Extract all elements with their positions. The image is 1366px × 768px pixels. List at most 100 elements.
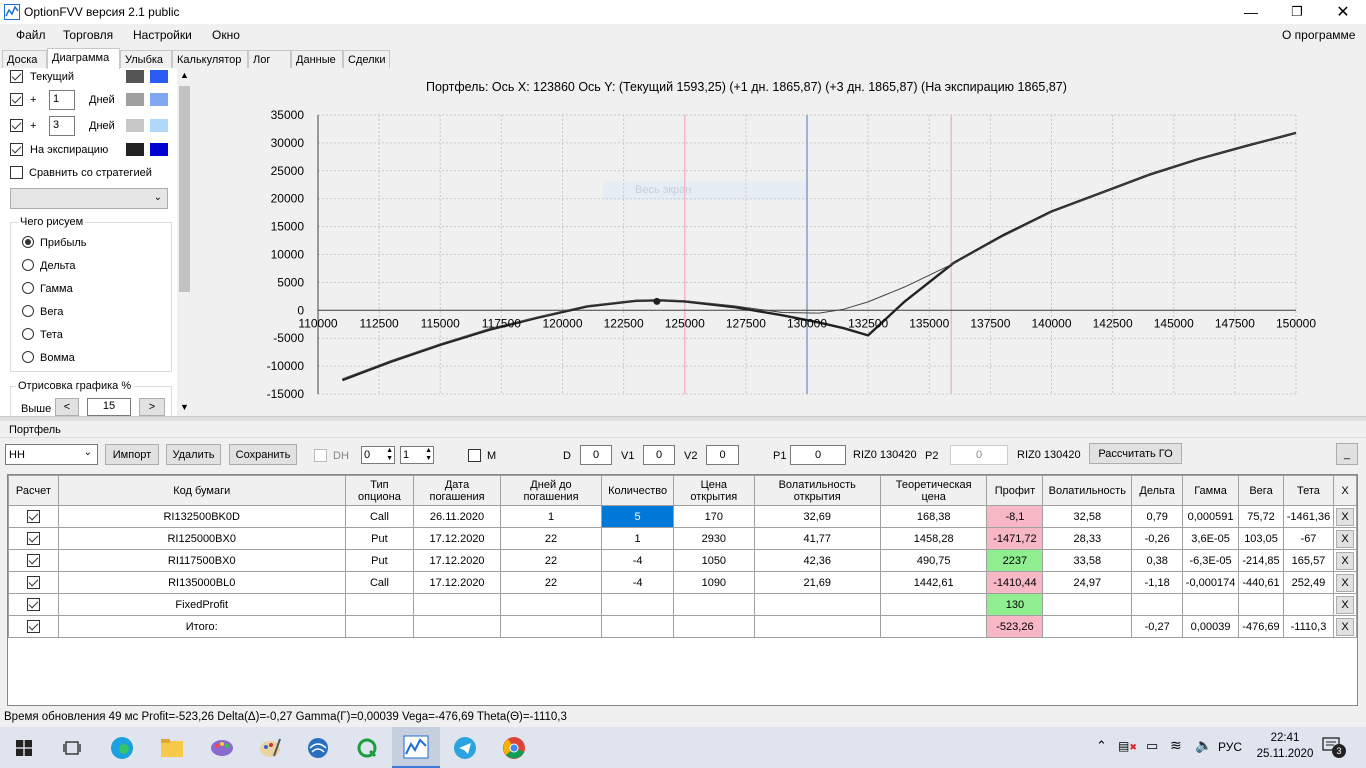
gamma-cell[interactable]: 0,000591 [1182, 505, 1240, 528]
import-button[interactable]: Импорт [105, 444, 159, 465]
plus3-days-input[interactable]: 3 [49, 116, 75, 136]
col-open-price[interactable]: Цена открытия [673, 475, 755, 506]
col-volatility[interactable]: Волатильность [1042, 475, 1133, 506]
clock-date[interactable]: 25.11.2020 [1253, 748, 1317, 760]
code-cell[interactable]: FixedProfit [57, 593, 346, 616]
clock-time[interactable]: 22:41 [1261, 732, 1309, 744]
gamma-cell[interactable]: -0,000174 [1182, 571, 1240, 594]
above-value-input[interactable]: 15 [87, 398, 131, 416]
days-to-expiry-cell[interactable]: 1 [499, 505, 603, 528]
days-to-expiry-cell[interactable] [499, 615, 603, 638]
days-to-expiry-cell[interactable] [499, 593, 603, 616]
menu-settings[interactable]: Настройки [133, 28, 192, 42]
language-indicator[interactable]: РУС [1218, 740, 1242, 754]
calc-cell[interactable] [8, 593, 59, 616]
d-input[interactable]: 0 [580, 445, 612, 465]
m-checkbox[interactable] [468, 449, 481, 462]
remove-row-button[interactable]: X [1335, 529, 1354, 548]
plus3-checkbox[interactable] [10, 119, 23, 132]
p2-input[interactable]: 0 [950, 445, 1008, 465]
theoretical-price-cell[interactable]: 1442,61 [879, 571, 988, 594]
expiry-date-cell[interactable]: 17.12.2020 [413, 549, 501, 572]
volatility-cell[interactable]: 32,58 [1042, 505, 1133, 528]
delta-cell[interactable]: 0,79 [1131, 505, 1184, 528]
plus3-color-2[interactable] [150, 119, 168, 132]
minimize-window-button[interactable]: — [1228, 0, 1274, 24]
vega-cell[interactable]: 103,05 [1238, 527, 1284, 550]
notifications-button[interactable]: 3 [1322, 736, 1346, 758]
theoretical-price-cell[interactable]: 168,38 [879, 505, 988, 528]
expiry-date-cell[interactable]: 17.12.2020 [413, 571, 501, 594]
paint-taskbar-button[interactable] [198, 727, 246, 768]
profit-cell[interactable]: -8,1 [986, 505, 1044, 528]
quantity-cell[interactable]: 1 [601, 527, 675, 550]
volatility-cell[interactable] [1042, 593, 1133, 616]
plus1-color-2[interactable] [150, 93, 168, 106]
option-type-cell[interactable]: Call [344, 505, 415, 528]
option-type-cell[interactable]: Call [344, 571, 415, 594]
task-view-button[interactable] [48, 727, 96, 768]
dh-checkbox[interactable] [314, 449, 327, 462]
quantity-cell[interactable]: -4 [601, 549, 675, 572]
volatility-cell[interactable]: 24,97 [1042, 571, 1133, 594]
plus1-days-input[interactable]: 1 [49, 90, 75, 110]
delta-cell[interactable]: -0,26 [1131, 527, 1184, 550]
globe-app-taskbar-button[interactable] [294, 727, 342, 768]
col-open-volatility[interactable]: Волатильность открытия [753, 475, 881, 506]
above-increase-button[interactable]: > [139, 398, 165, 416]
radio-vega[interactable] [22, 305, 34, 317]
calc-cell[interactable] [8, 505, 59, 528]
days-to-expiry-cell[interactable]: 22 [499, 527, 603, 550]
wifi-icon[interactable]: ≋ [1170, 737, 1182, 754]
open-price-cell[interactable]: 1090 [673, 571, 755, 594]
table-row[interactable]: FixedProfit 130 X [8, 593, 1358, 616]
col-delta[interactable]: Дельта [1131, 475, 1184, 506]
open-volatility-cell[interactable]: 21,69 [753, 571, 881, 594]
theta-cell[interactable]: 165,57 [1283, 549, 1334, 572]
left-panel-scrollbar[interactable]: ▲ ▼ [177, 68, 192, 416]
radio-theta[interactable] [22, 328, 34, 340]
calc-checkbox[interactable] [26, 620, 40, 633]
fullscreen-hint[interactable]: Весь экран [603, 181, 808, 200]
code-cell[interactable]: RI132500BK0D [57, 505, 346, 528]
volatility-cell[interactable] [1042, 615, 1133, 638]
volatility-cell[interactable]: 33,58 [1042, 549, 1133, 572]
calc-checkbox[interactable] [26, 598, 40, 611]
remove-row-button[interactable]: X [1335, 595, 1354, 614]
table-row[interactable]: RI132500BK0D Call 26.11.2020 1 5 170 32,69 168,… [8, 505, 1358, 528]
remove-row-button[interactable]: X [1335, 617, 1354, 636]
open-price-cell[interactable]: 170 [673, 505, 755, 528]
theta-cell[interactable] [1283, 593, 1334, 616]
p1-input[interactable]: 0 [790, 445, 846, 465]
option-type-cell[interactable]: Put [344, 527, 415, 550]
remove-row-button[interactable]: X [1335, 551, 1354, 570]
volatility-cell[interactable]: 28,33 [1042, 527, 1133, 550]
open-volatility-cell[interactable]: 32,69 [753, 505, 881, 528]
open-volatility-cell[interactable]: 41,77 [753, 527, 881, 550]
calc-checkbox[interactable] [26, 532, 40, 545]
col-theta[interactable]: Тета [1283, 475, 1334, 506]
compare-strategy-checkbox[interactable] [10, 166, 23, 179]
tab-diagram[interactable]: Диаграмма [47, 48, 120, 69]
profit-cell[interactable]: 2237 [986, 549, 1044, 572]
plus1-checkbox[interactable] [10, 93, 23, 106]
calc-checkbox[interactable] [26, 554, 40, 567]
battery-icon[interactable]: ▭ [1146, 738, 1158, 754]
strategy-select[interactable]: ⌄ [10, 188, 168, 209]
current-color-2[interactable] [150, 70, 168, 83]
theta-cell[interactable]: 252,49 [1283, 571, 1334, 594]
gamma-cell[interactable]: -6,3E-05 [1182, 549, 1240, 572]
vega-cell[interactable]: -476,69 [1238, 615, 1284, 638]
optionfvv-taskbar-button[interactable] [392, 727, 440, 768]
maximize-window-button[interactable]: ❐ [1274, 0, 1320, 24]
days-to-expiry-cell[interactable]: 22 [499, 571, 603, 594]
open-price-cell[interactable] [673, 593, 755, 616]
v2-input[interactable]: 0 [706, 445, 739, 465]
tab-calculator[interactable]: Калькулятор [172, 50, 248, 68]
calc-margin-button[interactable]: Рассчитать ГО [1089, 443, 1182, 464]
table-row[interactable]: RI117500BX0 Put 17.12.2020 22 -4 1050 42,36 490… [8, 549, 1358, 572]
tab-data[interactable]: Данные [291, 50, 343, 68]
vega-cell[interactable] [1238, 593, 1284, 616]
calc-cell[interactable] [8, 571, 59, 594]
open-volatility-cell[interactable] [753, 615, 881, 638]
